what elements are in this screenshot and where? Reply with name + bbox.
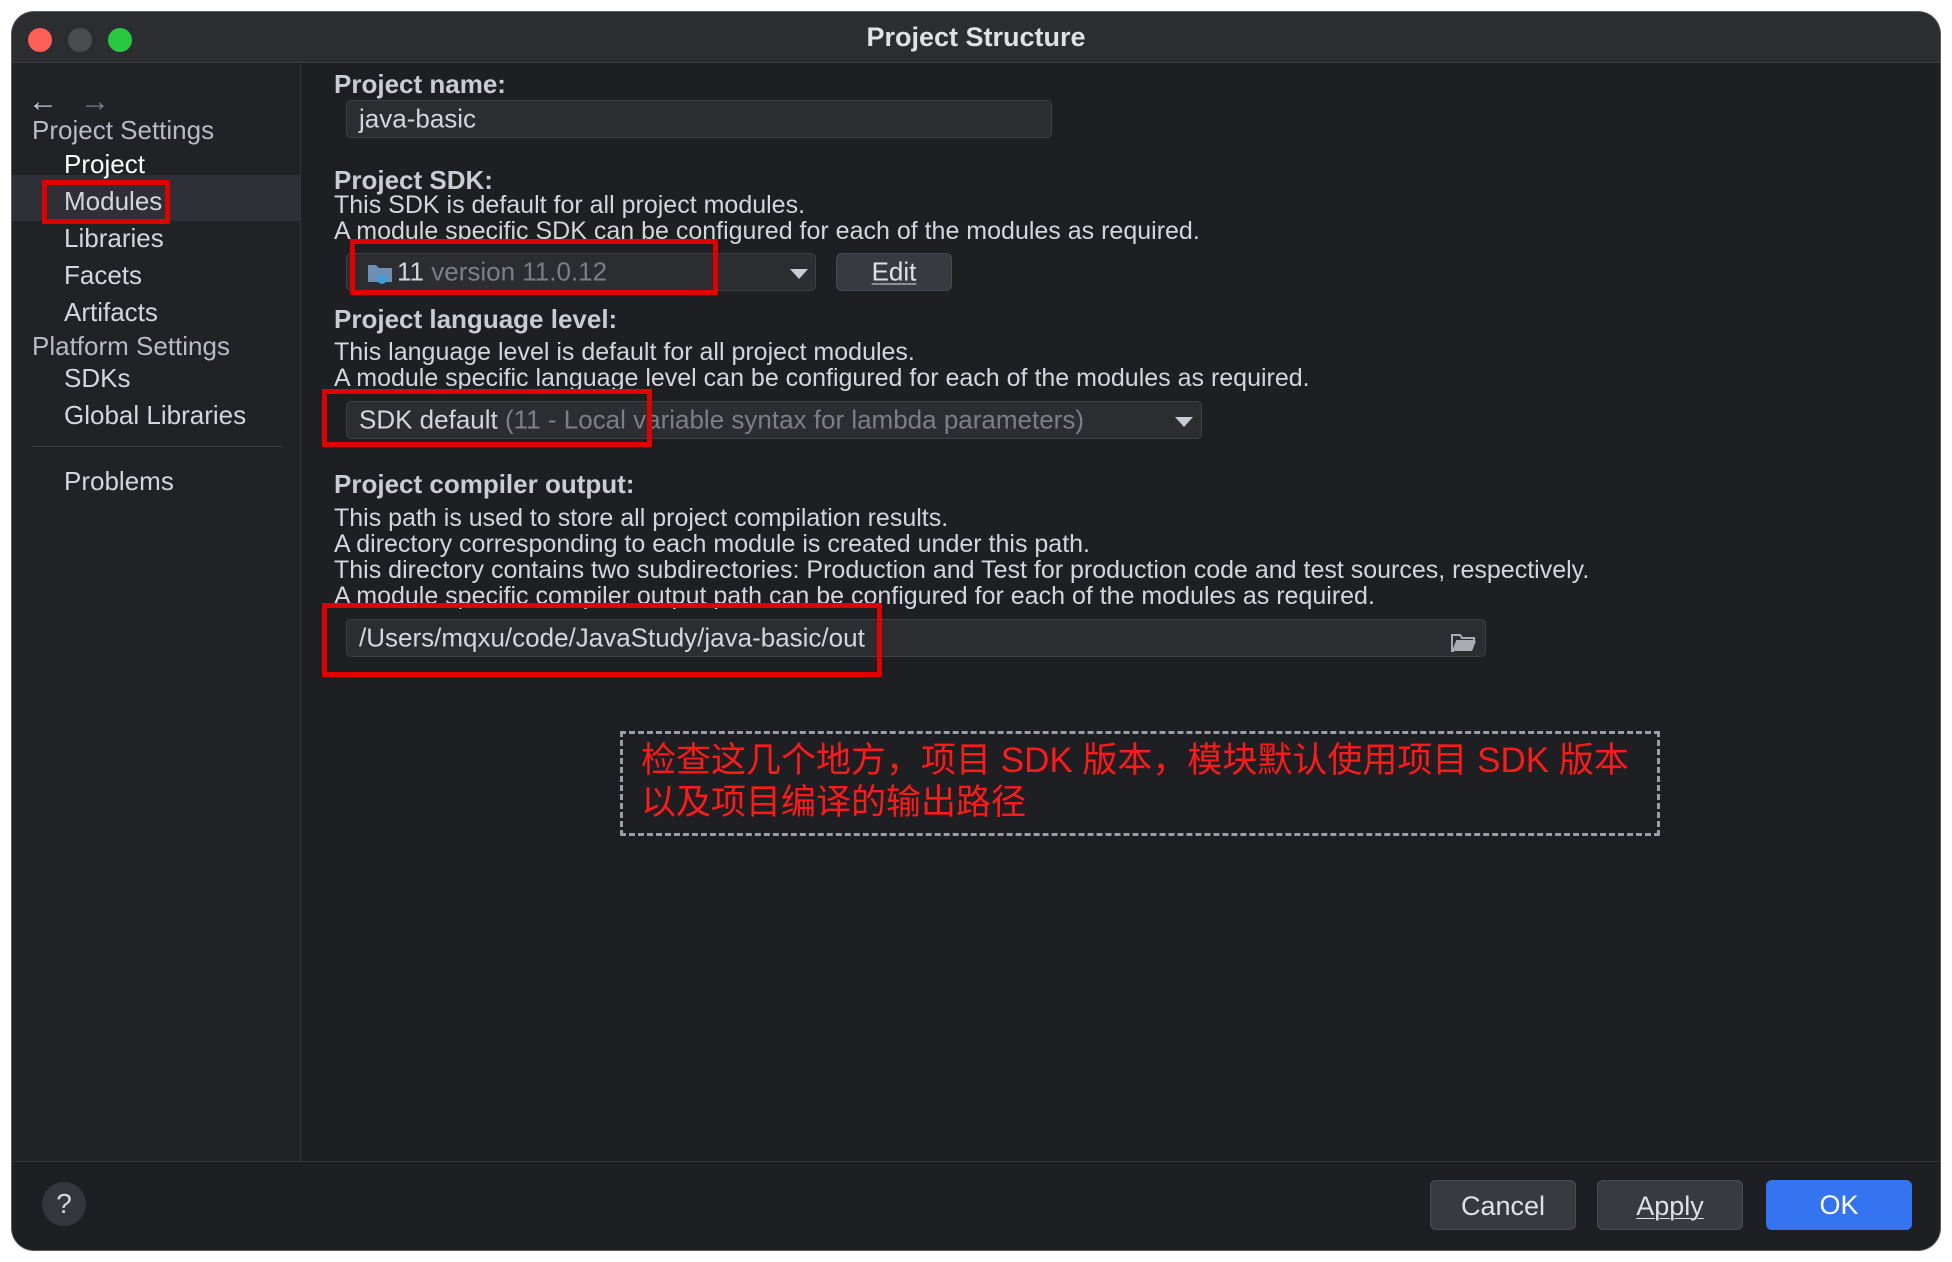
project-name-value: java-basic bbox=[359, 103, 477, 134]
help-button[interactable]: ? bbox=[42, 1182, 86, 1226]
window-title: Project Structure bbox=[866, 22, 1086, 52]
dialog-footer: ? Cancel Apply OK bbox=[12, 1161, 1940, 1250]
platform-settings-header: Platform Settings bbox=[32, 331, 230, 361]
sidebar-item-problems[interactable]: Problems bbox=[64, 466, 174, 497]
red-highlight-sdk bbox=[350, 239, 718, 295]
forward-arrow-icon[interactable]: → bbox=[80, 85, 110, 119]
annotation-line-2: 以及项目编译的输出路径 bbox=[641, 783, 1027, 822]
ok-button[interactable]: OK bbox=[1766, 1180, 1912, 1230]
project-settings-panel: Project name: java-basic Project SDK: Th… bbox=[302, 63, 1940, 1161]
sidebar-item-libraries[interactable]: Libraries bbox=[64, 223, 164, 254]
apply-button[interactable]: Apply bbox=[1597, 1180, 1743, 1230]
chevron-down-icon bbox=[790, 269, 808, 279]
sidebar-item-artifacts[interactable]: Artifacts bbox=[64, 297, 158, 328]
cancel-button[interactable]: Cancel bbox=[1430, 1180, 1576, 1230]
browse-folder-icon[interactable] bbox=[1451, 629, 1477, 660]
annotation-note: 检查这几个地方，项目 SDK 版本，模块默认使用项目 SDK 版本 以及项目编译… bbox=[620, 731, 1660, 836]
sidebar-item-global-libraries[interactable]: Global Libraries bbox=[64, 400, 246, 431]
language-level-label: Project language level: bbox=[334, 304, 618, 334]
sidebar: ← → Project Settings Project Modules Lib… bbox=[12, 63, 301, 1161]
compiler-output-label: Project compiler output: bbox=[334, 469, 635, 499]
sidebar-divider bbox=[32, 446, 282, 447]
annotation-line-1: 检查这几个地方，项目 SDK 版本，模块默认使用项目 SDK 版本 bbox=[641, 741, 1629, 780]
project-structure-window: Project Structure ← → Project Settings P… bbox=[12, 12, 1940, 1250]
back-arrow-icon[interactable]: ← bbox=[28, 85, 58, 119]
project-name-label: Project name: bbox=[334, 69, 506, 99]
chevron-down-icon bbox=[1175, 417, 1193, 427]
edit-sdk-button[interactable]: Edit bbox=[836, 253, 952, 291]
red-highlight-project bbox=[42, 180, 170, 224]
red-highlight-language-level bbox=[322, 389, 652, 447]
sidebar-item-facets[interactable]: Facets bbox=[64, 260, 142, 291]
sidebar-item-sdks[interactable]: SDKs bbox=[64, 363, 130, 394]
red-highlight-compiler-output bbox=[322, 603, 882, 677]
title-bar: Project Structure bbox=[12, 12, 1940, 63]
project-settings-header: Project Settings bbox=[32, 115, 215, 145]
project-name-input[interactable]: java-basic bbox=[346, 100, 1052, 138]
sidebar-item-project[interactable]: Project bbox=[64, 149, 145, 180]
